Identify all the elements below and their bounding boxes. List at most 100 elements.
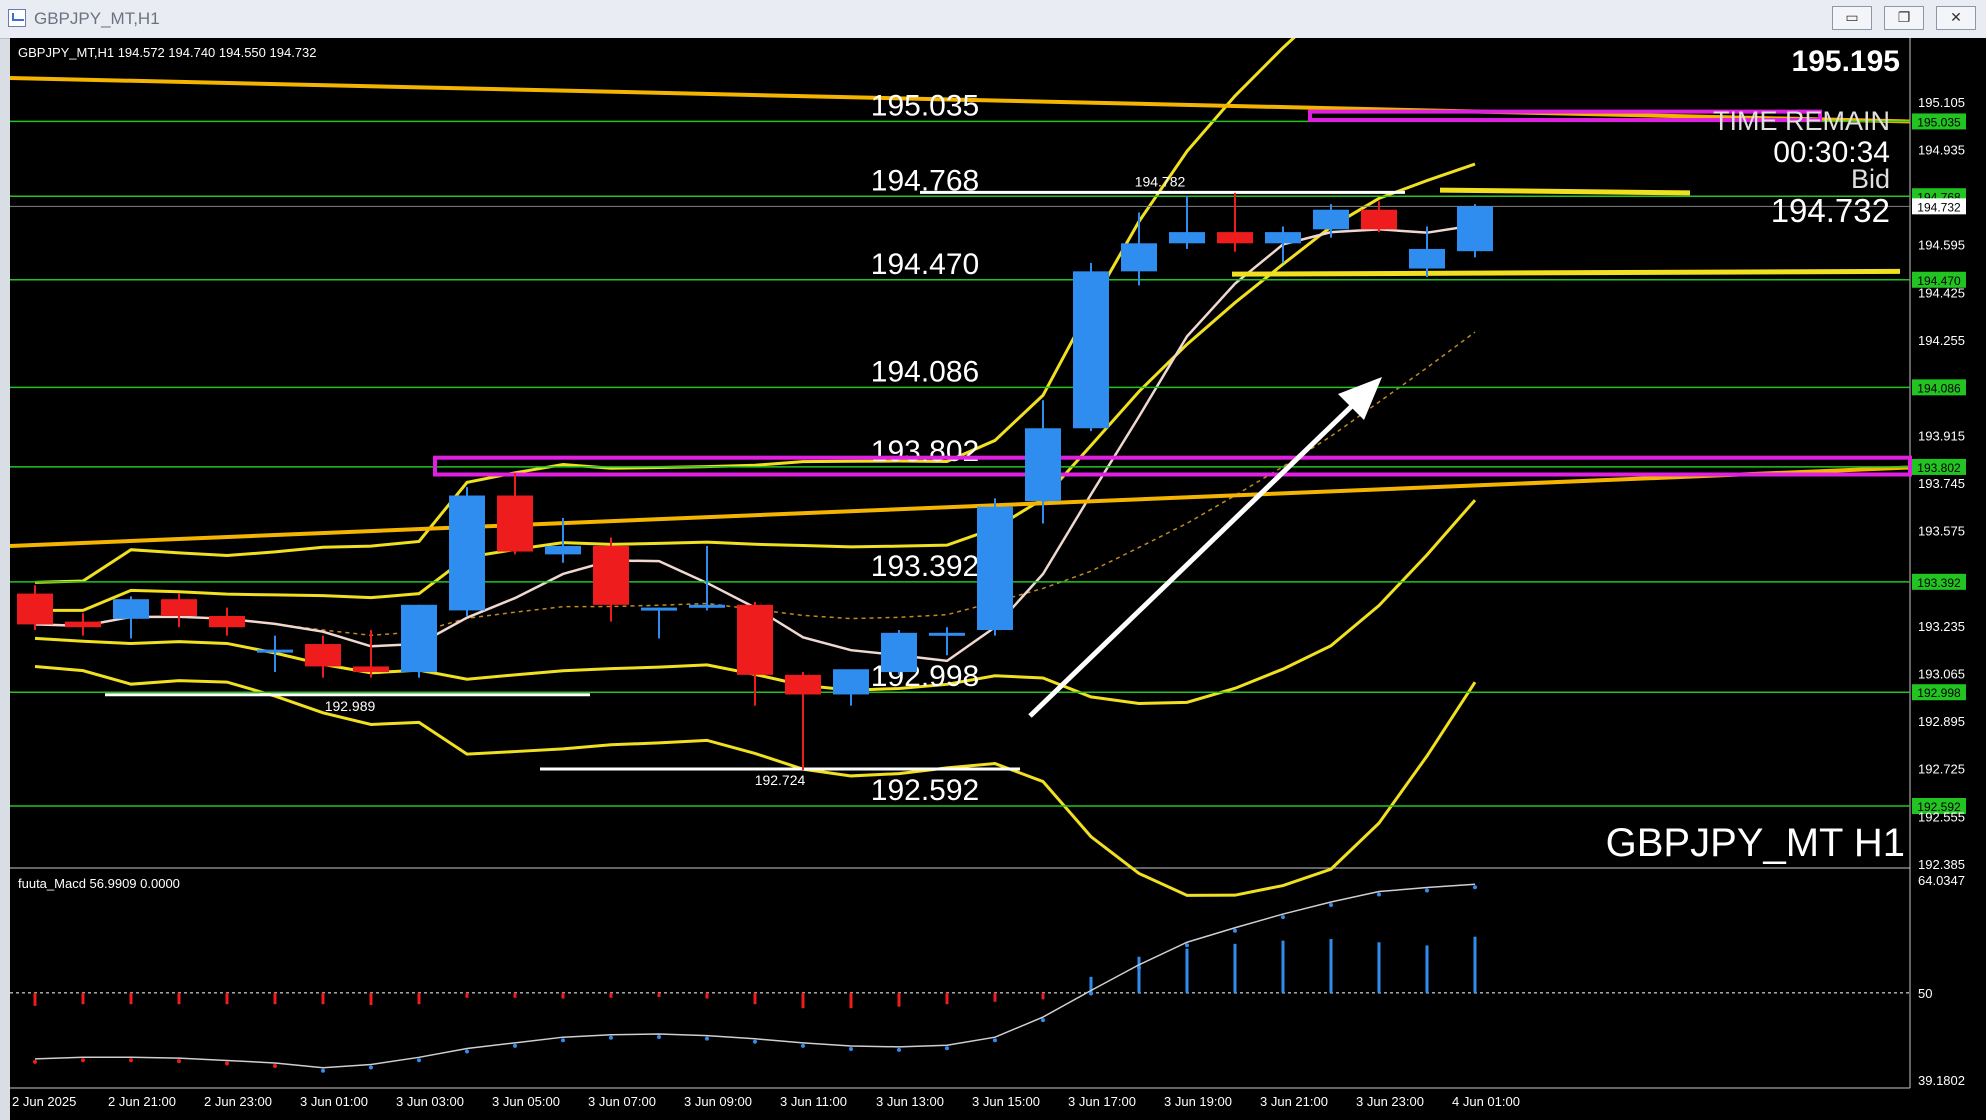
candle-body bbox=[1265, 232, 1301, 244]
level-tag-text: 195.035 bbox=[1917, 115, 1961, 129]
candle-body bbox=[17, 593, 53, 625]
level-price-tag: 195.035 bbox=[1912, 113, 1966, 130]
macd-signal-dot bbox=[657, 1034, 661, 1039]
candle-body bbox=[833, 669, 869, 695]
resistance-line bbox=[1439, 187, 1691, 196]
title-bar[interactable]: GBPJPY_MT,H1 ▭ ❐ ✕ bbox=[0, 0, 1986, 39]
price-tick-label: 195.105 bbox=[1918, 95, 1965, 110]
bid-price-tag: 194.732 bbox=[1912, 198, 1966, 215]
time-tick-label: 3 Jun 17:00 bbox=[1068, 1094, 1136, 1109]
macd-signal-dot bbox=[753, 1039, 757, 1044]
candle-body bbox=[113, 599, 149, 619]
time-tick-label: 3 Jun 21:00 bbox=[1260, 1094, 1328, 1109]
candle-body bbox=[65, 621, 101, 628]
restore-button[interactable]: ❐ bbox=[1884, 6, 1924, 30]
candle-body bbox=[305, 644, 341, 667]
bid-label: Bid bbox=[1851, 164, 1890, 194]
candle-body bbox=[1073, 271, 1109, 429]
candle-body bbox=[1217, 232, 1253, 244]
swing-label: 194.782 bbox=[1135, 173, 1186, 189]
candle-body bbox=[161, 599, 197, 617]
level-price-tag: 194.086 bbox=[1912, 379, 1966, 396]
chart-area[interactable]: 195.035 195.035 194.768 194.768 194.470 194.4… bbox=[10, 38, 1986, 1120]
level-label: 193.802 bbox=[871, 435, 979, 468]
candle-body bbox=[1121, 243, 1157, 272]
time-tick-label: 3 Jun 11:00 bbox=[780, 1094, 847, 1109]
price-tick-label: 193.915 bbox=[1918, 428, 1965, 443]
bid-value: 194.732 bbox=[1771, 192, 1890, 229]
macd-signal-dot bbox=[801, 1043, 805, 1048]
macd-signal-dot bbox=[609, 1035, 613, 1040]
macd-signal-dot bbox=[129, 1058, 133, 1063]
time-tick-label: 2 Jun 23:00 bbox=[204, 1094, 272, 1109]
time-remain-label: TIME REMAIN bbox=[1713, 106, 1890, 136]
minimize-button[interactable]: ▭ bbox=[1832, 6, 1872, 30]
price-tick-label: 194.935 bbox=[1918, 142, 1965, 157]
candle-body bbox=[209, 616, 245, 628]
time-tick-label: 3 Jun 09:00 bbox=[684, 1094, 752, 1109]
time-tick-label: 2 Jun 2025 bbox=[12, 1094, 76, 1109]
candle-body bbox=[1169, 232, 1205, 244]
macd-signal-dot bbox=[273, 1063, 277, 1068]
candle-body bbox=[929, 632, 965, 636]
candle-body bbox=[353, 666, 389, 673]
macd-signal-dot bbox=[321, 1068, 325, 1073]
macd-tick-label: 50 bbox=[1918, 986, 1932, 1001]
level-label: 194.470 bbox=[871, 248, 979, 281]
macd-signal-dot bbox=[81, 1058, 85, 1063]
price-chart[interactable]: 195.035 195.035194.768 194.768194.470 194.4… bbox=[10, 38, 1986, 1120]
price-tick-label: 192.725 bbox=[1918, 762, 1965, 777]
price-tick-label: 194.425 bbox=[1918, 285, 1965, 300]
macd-signal-dot bbox=[465, 1049, 469, 1054]
macd-signal-dot bbox=[225, 1061, 229, 1066]
candle-body bbox=[977, 506, 1013, 631]
candle bbox=[881, 630, 917, 675]
candle-body bbox=[1409, 248, 1445, 269]
time-tick-label: 3 Jun 07:00 bbox=[588, 1094, 656, 1109]
support-line bbox=[1231, 268, 1901, 277]
time-tick-label: 4 Jun 01:00 bbox=[1452, 1094, 1520, 1109]
chart-info-label: GBPJPY_MT,H1 194.572 194.740 194.550 194… bbox=[18, 45, 317, 60]
candle-body bbox=[1313, 209, 1349, 230]
candle-body bbox=[593, 545, 629, 605]
time-tick-label: 3 Jun 19:00 bbox=[1164, 1094, 1232, 1109]
time-tick-label: 3 Jun 05:00 bbox=[492, 1094, 560, 1109]
close-button[interactable]: ✕ bbox=[1936, 6, 1976, 30]
level-label: 192.592 bbox=[871, 774, 979, 807]
macd-tick-label: 39.1802 bbox=[1918, 1073, 1965, 1088]
price-tick-label: 193.575 bbox=[1918, 524, 1965, 539]
swing-label: 192.989 bbox=[325, 698, 376, 714]
terminal-window: GBPJPY_MT,H1 ▭ ❐ ✕ 195.035 195.035 194.768… bbox=[0, 0, 1986, 1120]
time-tick-label: 3 Jun 15:00 bbox=[972, 1094, 1040, 1109]
macd-signal-dot bbox=[705, 1036, 709, 1041]
candle-body bbox=[449, 495, 485, 611]
candle bbox=[977, 498, 1013, 636]
macd-signal-dot bbox=[1041, 1018, 1045, 1023]
candle bbox=[449, 487, 485, 617]
candle-body bbox=[881, 632, 917, 673]
candle-body bbox=[401, 604, 437, 673]
candle-body bbox=[689, 604, 725, 608]
macd-signal-dot bbox=[177, 1059, 181, 1064]
price-tick-label: 193.235 bbox=[1918, 619, 1965, 634]
symbol-label: GBPJPY_MT H1 bbox=[1606, 821, 1905, 865]
price-tick-label: 194.255 bbox=[1918, 333, 1965, 348]
macd-signal-dot bbox=[849, 1047, 853, 1052]
macd-signal-dot bbox=[1281, 915, 1285, 920]
level-price-tag: 192.998 bbox=[1912, 684, 1966, 701]
price-top-label: 195.195 bbox=[1792, 45, 1900, 78]
macd-signal-dot bbox=[1329, 903, 1333, 908]
price-tick-label: 192.895 bbox=[1918, 714, 1965, 729]
price-tick-label: 192.555 bbox=[1918, 809, 1965, 824]
macd-signal-dot bbox=[1377, 892, 1381, 897]
macd-signal-dot bbox=[1233, 928, 1237, 933]
level-tag-text: 193.392 bbox=[1917, 576, 1961, 590]
level-price-tag: 193.392 bbox=[1912, 573, 1966, 590]
time-tick-label: 2 Jun 21:00 bbox=[108, 1094, 176, 1109]
candle bbox=[1073, 262, 1109, 432]
macd-signal-dot bbox=[993, 1038, 997, 1043]
candle bbox=[401, 604, 437, 678]
price-tick-label: 194.595 bbox=[1918, 238, 1965, 253]
level-label: 194.086 bbox=[871, 355, 979, 388]
price-tick-label: 193.065 bbox=[1918, 666, 1965, 681]
